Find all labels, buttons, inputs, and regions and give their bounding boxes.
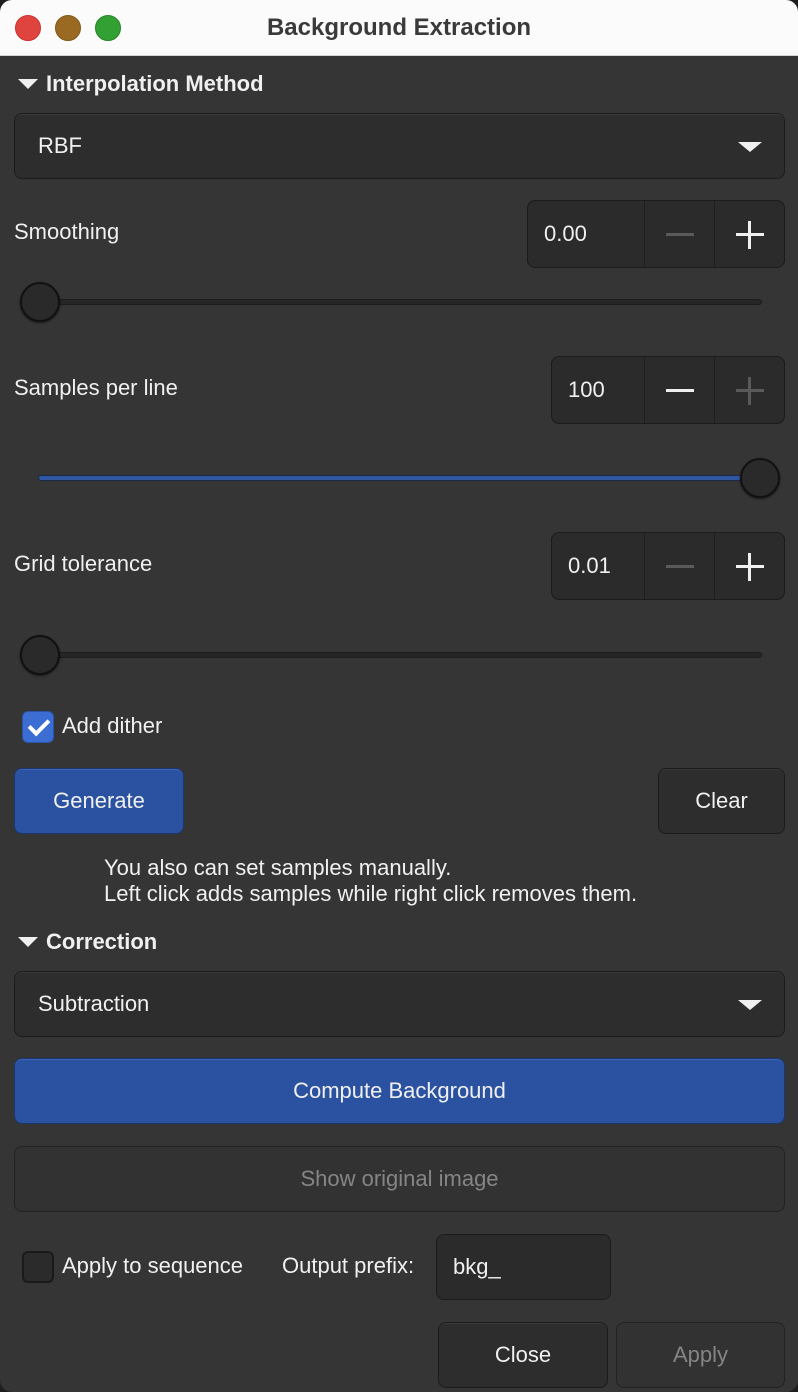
output-prefix-label: Output prefix: — [282, 1253, 415, 1278]
apply-to-sequence-checkbox[interactable] — [22, 1251, 54, 1283]
generate-button[interactable]: Generate — [14, 768, 184, 834]
grid-tolerance-value[interactable]: 0.01 — [552, 533, 644, 599]
smoothing-slider[interactable] — [20, 282, 762, 322]
expander-down-icon — [18, 937, 38, 947]
samples-hint-line-2: Left click adds samples while right clic… — [104, 881, 638, 906]
correction-section-label: Correction — [46, 929, 158, 954]
smoothing-slider-handle[interactable] — [20, 282, 60, 322]
grid-tolerance-increment-button[interactable] — [714, 533, 784, 599]
grid-tolerance-spinbutton[interactable]: 0.01 — [551, 532, 785, 600]
window-title: Background Extraction — [266, 14, 532, 41]
smoothing-label: Smoothing — [14, 219, 120, 244]
clear-button[interactable]: Clear — [658, 768, 785, 834]
samples-hint-line-1: You also can set samples manually. — [104, 855, 452, 880]
add-dither-label[interactable]: Add dither — [62, 713, 162, 739]
background-extraction-dialog: Background Extraction Interpolation Meth… — [0, 0, 798, 1392]
grid-tolerance-decrement-button[interactable] — [644, 533, 714, 599]
interpolation-method-dropdown[interactable]: RBF — [14, 113, 785, 179]
slider-fill — [38, 475, 760, 481]
close-button[interactable]: Close — [438, 1322, 608, 1388]
show-original-image-button[interactable]: Show original image — [14, 1146, 785, 1212]
samples-value[interactable]: 100 — [552, 357, 644, 423]
slider-trough — [20, 299, 762, 305]
smoothing-spinbutton[interactable]: 0.00 — [527, 200, 785, 268]
add-dither-checkbox[interactable] — [22, 711, 54, 743]
grid-tolerance-slider-handle[interactable] — [20, 635, 60, 675]
dropdown-arrow-icon — [738, 142, 762, 152]
smoothing-increment-button[interactable] — [714, 201, 784, 267]
samples-decrement-button[interactable] — [644, 357, 714, 423]
minus-icon — [666, 389, 694, 392]
output-prefix-input[interactable]: bkg_ — [436, 1234, 611, 1300]
apply-button[interactable]: Apply — [616, 1322, 785, 1388]
interpolation-method-value: RBF — [38, 133, 82, 158]
grid-tolerance-slider[interactable] — [20, 635, 762, 675]
apply-to-sequence-label[interactable]: Apply to sequence — [62, 1253, 243, 1279]
minus-icon — [666, 233, 694, 236]
interpolation-section-label: Interpolation Method — [46, 71, 264, 96]
grid-tolerance-label: Grid tolerance — [14, 551, 153, 576]
samples-slider[interactable] — [38, 458, 780, 498]
dropdown-arrow-icon — [738, 1000, 762, 1010]
smoothing-decrement-button[interactable] — [644, 201, 714, 267]
correction-section-header[interactable]: Correction — [18, 927, 157, 957]
samples-slider-handle[interactable] — [740, 458, 780, 498]
samples-increment-button[interactable] — [714, 357, 784, 423]
slider-trough — [20, 652, 762, 658]
smoothing-value[interactable]: 0.00 — [528, 201, 644, 267]
samples-per-line-label: Samples per line — [14, 375, 178, 400]
minus-icon — [666, 565, 694, 568]
samples-spinbutton[interactable]: 100 — [551, 356, 785, 424]
correction-mode-value: Subtraction — [38, 991, 150, 1016]
expander-down-icon — [18, 79, 38, 89]
title-bar: Background Extraction — [0, 0, 798, 56]
correction-mode-dropdown[interactable]: Subtraction — [14, 971, 785, 1037]
compute-background-button[interactable]: Compute Background — [14, 1058, 785, 1124]
interpolation-section-header[interactable]: Interpolation Method — [18, 69, 264, 99]
